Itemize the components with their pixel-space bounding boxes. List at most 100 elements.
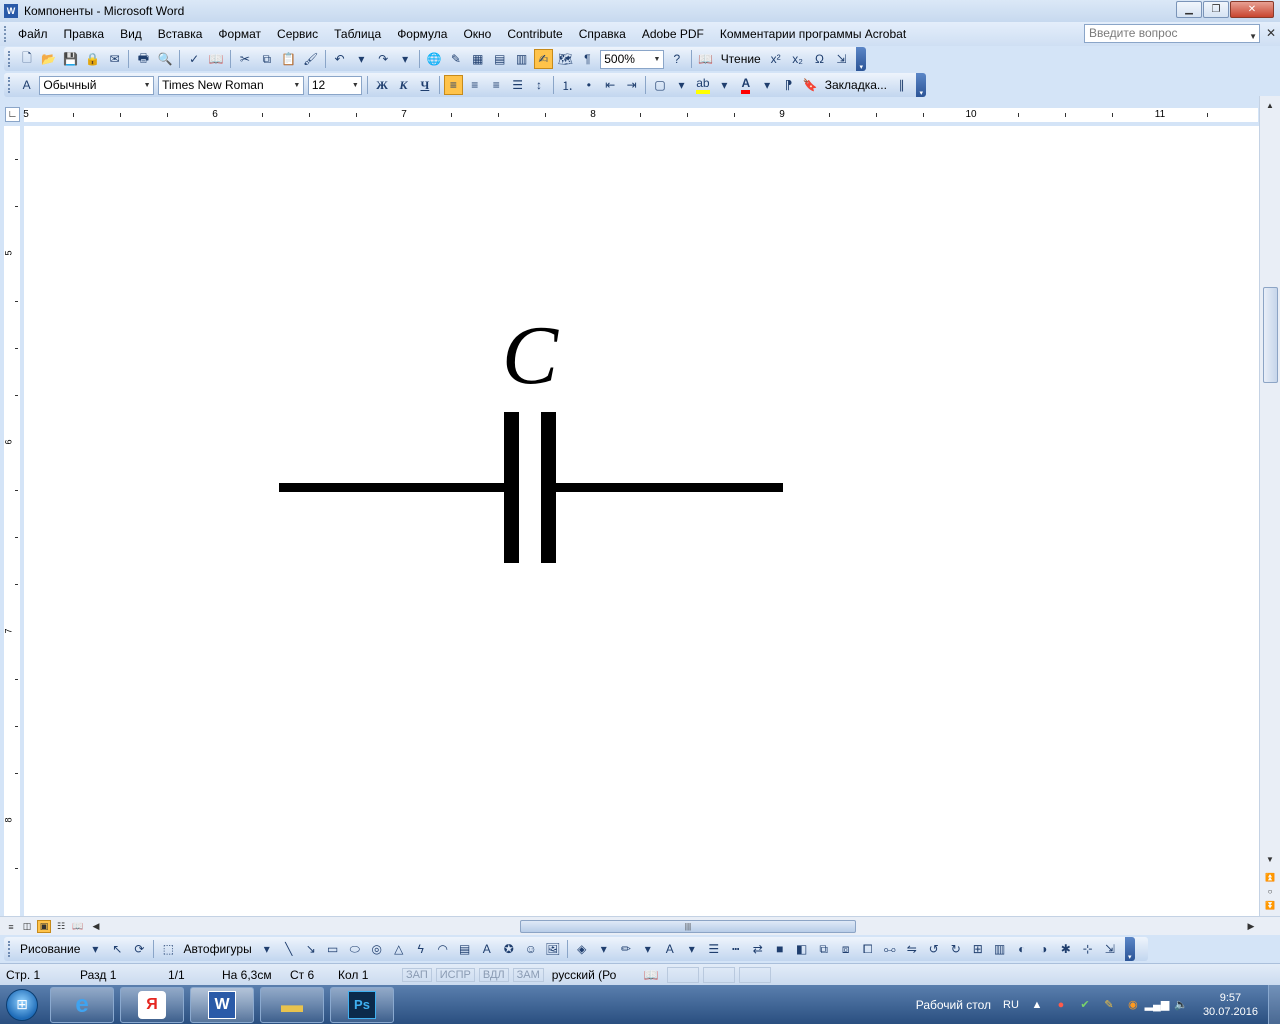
status-language[interactable]: русский (Ро [546,968,638,982]
font-color-icon[interactable]: A [660,939,680,959]
horizontal-scrollbar[interactable]: ≡ ◫ ▣ ☷ 📖 ◀ ||| ▶ [0,916,1280,935]
chevron-down-icon[interactable]: ▾ [395,49,415,69]
arrow-icon[interactable]: ↘ [301,939,321,959]
tables-borders-icon[interactable]: ✎ [446,49,466,69]
clock[interactable]: 9:57 30.07.2016 [1193,991,1268,1019]
ungroup-icon[interactable]: ⧈ [836,939,856,959]
research-icon[interactable]: 📖 [206,49,226,69]
subscript-button[interactable]: x₂ [788,49,808,69]
menu-view[interactable]: Вид [112,22,150,46]
print-preview-icon[interactable]: 🔍 [155,49,175,69]
antivirus-icon[interactable]: ● [1053,997,1069,1013]
rotate-icon[interactable]: ⟳ [129,939,149,959]
paste-icon[interactable]: 📋 [279,49,299,69]
symbol-button[interactable]: Ω [810,49,830,69]
menu-tools[interactable]: Сервис [269,22,326,46]
autoshapes-button[interactable]: Автофигуры [179,942,255,956]
decrease-indent-icon[interactable]: ⇤ [601,75,620,95]
next-page-icon[interactable]: ⏬ [1263,898,1277,912]
bookmark-button[interactable]: Закладка... [821,78,891,92]
menu-acrobat-comments[interactable]: Комментарии программы Acrobat [712,22,914,46]
line-color-icon[interactable]: ✏ [616,939,636,959]
font-size-combo[interactable]: 12 ▼ [307,75,363,95]
style-combo[interactable]: Обычный ▼ [39,75,155,95]
bold-button[interactable]: Ж [372,75,391,95]
chevron-down-icon[interactable]: ▾ [672,75,691,95]
menu-format[interactable]: Формат [210,22,269,46]
menu-insert[interactable]: Вставка [150,22,211,46]
arc-icon[interactable]: ◠ [433,939,453,959]
taskbar-word[interactable]: W [190,986,254,1023]
bookmark-icon[interactable]: 🔖 [800,75,819,95]
format-painter-icon[interactable]: 🖌 [301,49,321,69]
zoom-combo[interactable]: 500% ▼ [600,49,664,69]
wordart-icon[interactable]: A [477,939,497,959]
textbox-icon[interactable]: ▤ [455,939,475,959]
toolbar-options-icon[interactable]: ⇲ [1100,939,1120,959]
start-button[interactable]: ⊞ [0,985,44,1024]
document-close-icon[interactable]: ✕ [1266,26,1276,40]
font-combo[interactable]: Times New Roman ▼ [158,75,304,95]
redo-icon[interactable]: ↷ [373,49,393,69]
hyperlink-icon[interactable]: 🌐 [424,49,444,69]
taskbar-file-explorer[interactable]: ▬ [260,986,324,1023]
show-hidden-icons-icon[interactable]: ▲ [1029,997,1045,1013]
align-left-icon[interactable]: ≡ [443,75,464,95]
open-folder-icon[interactable]: 📂 [39,49,59,69]
toolbar-grip[interactable] [8,941,12,957]
columns-icon[interactable]: ▥ [512,49,532,69]
picture-icon[interactable]: 🖼 [543,939,563,959]
reading-view-icon[interactable]: 📖 [71,920,85,933]
previous-page-icon[interactable]: ⏫ [1263,870,1277,884]
overtype-indicator[interactable]: ЗАМ [512,967,544,982]
print-layout-icon[interactable]: ▣ [37,920,51,933]
insert-excel-icon[interactable]: ▤ [490,49,510,69]
toolbar-overflow-icon[interactable]: ▾ [916,73,927,97]
chevron-down-icon[interactable]: ▾ [85,939,105,959]
chevron-down-icon[interactable]: ▼ [1249,28,1257,45]
taskbar-internet-explorer[interactable]: e [50,986,114,1023]
bring-forward-icon[interactable]: ⧠ [858,939,878,959]
ask-question-input[interactable]: Введите вопрос ▼ [1084,24,1260,43]
chevron-down-icon[interactable]: ▼ [291,77,303,94]
word-icon[interactable]: W [4,4,18,18]
vertical-ruler-strip[interactable]: 5 6 7 8 [4,126,20,916]
toolbar-overflow-icon[interactable]: ▾ [856,47,867,71]
chevron-down-icon[interactable]: ▾ [257,939,277,959]
minimize-button[interactable]: ▁ [1176,1,1202,18]
vertical-scrollbar[interactable]: ▲ ▼ ⏫ ○ ⏬ [1259,96,1280,916]
network-signal-icon[interactable]: ▂▄▆ [1145,997,1170,1013]
menu-table[interactable]: Таблица [326,22,389,46]
email-icon[interactable]: ✉ [105,49,125,69]
cut-icon[interactable]: ✂ [235,49,255,69]
lightning-icon[interactable]: ϟ [411,939,431,959]
chevron-down-icon[interactable]: ▾ [757,75,776,95]
tab-selector[interactable]: ∟ [5,107,20,122]
align-objects-icon[interactable]: ⊞ [968,939,988,959]
menu-formula[interactable]: Формула [389,22,455,46]
superscript-button[interactable]: x² [766,49,786,69]
scroll-down-icon[interactable]: ▼ [1263,852,1277,866]
fill-color-icon[interactable]: ◈ [572,939,592,959]
help-icon[interactable]: ? [667,49,687,69]
shadow-icon[interactable]: ■ [770,939,790,959]
underline-button[interactable]: Ч [415,75,434,95]
macro-record-indicator[interactable]: ЗАП [402,967,432,982]
right-plate[interactable] [541,412,556,563]
desktop-toolbar-label[interactable]: Рабочий стол [910,998,997,1012]
new-document-icon[interactable]: 🗋 [17,49,37,69]
distribute-icon[interactable]: ▥ [990,939,1010,959]
print-icon[interactable]: 🖶 [133,49,153,69]
align-right-icon[interactable]: ≡ [486,75,505,95]
show-hide-icon[interactable]: ¶ [577,49,597,69]
spelling-status-icon[interactable]: 📖 [638,968,665,982]
show-desktop-button[interactable] [1268,985,1280,1024]
italic-button[interactable]: К [394,75,413,95]
chevron-down-icon[interactable]: ▾ [594,939,614,959]
extend-selection-indicator[interactable]: ВДЛ [478,967,509,982]
justify-icon[interactable]: ☰ [508,75,527,95]
menu-help[interactable]: Справка [571,22,634,46]
dash-style-icon[interactable]: ┅ [726,939,746,959]
chevron-down-icon[interactable]: ▼ [349,77,361,94]
autoshapes-icon[interactable]: ⬚ [158,939,178,959]
